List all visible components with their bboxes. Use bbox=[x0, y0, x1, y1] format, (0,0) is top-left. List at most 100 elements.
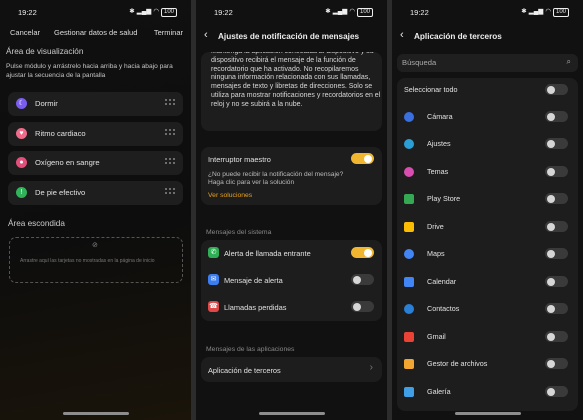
status-bar: 19:22 ✱ ▂▄▆ ◠ 100 bbox=[392, 7, 583, 19]
message-alert-toggle[interactable] bbox=[351, 274, 374, 285]
themes-icon bbox=[404, 167, 414, 177]
search-placeholder: Búsqueda bbox=[402, 58, 437, 67]
health-data-screen: 19:22 ✱ ▂▄▆ ◠ 100 Cancelar Gestionar dat… bbox=[0, 0, 191, 420]
bluetooth-icon: ✱ bbox=[129, 8, 135, 15]
app-row[interactable]: Drive bbox=[397, 215, 578, 239]
third-party-apps-screen: 19:22 ✱ ▂▄▆ ◠ 100 ‹ Aplicación de tercer… bbox=[392, 0, 583, 420]
search-icon: ⌕ bbox=[566, 57, 571, 66]
system-messages-header: Mensajes del sistema bbox=[206, 229, 272, 236]
app-row[interactable]: Cámara bbox=[397, 105, 578, 129]
page-title: Gestionar datos de salud bbox=[54, 28, 138, 37]
chevron-right-icon: › bbox=[369, 362, 373, 373]
bluetooth-icon: ✱ bbox=[325, 8, 331, 15]
home-indicator[interactable] bbox=[62, 412, 129, 415]
module-row[interactable]: ǃ De pie efectivo bbox=[8, 181, 183, 205]
cancel-button[interactable]: Cancelar bbox=[10, 28, 40, 37]
app-toggle[interactable] bbox=[545, 276, 568, 287]
module-row[interactable]: ♥ Ritmo cardiaco bbox=[8, 122, 183, 146]
page-title: Aplicación de terceros bbox=[414, 32, 502, 41]
app-toggle[interactable] bbox=[545, 166, 568, 177]
app-toggle[interactable] bbox=[545, 303, 568, 314]
section-hidden-title: Área escondida bbox=[8, 219, 65, 228]
system-row-label: Mensaje de alerta bbox=[224, 276, 283, 285]
search-input[interactable]: Búsqueda ⌕ bbox=[397, 54, 578, 72]
select-all-row[interactable]: Seleccionar todo bbox=[397, 78, 578, 102]
status-bar: 19:22 ✱ ▂▄▆ ◠ 100 bbox=[0, 7, 191, 19]
status-time: 19:22 bbox=[214, 8, 233, 17]
select-all-toggle[interactable] bbox=[545, 84, 568, 95]
module-label: Dormir bbox=[35, 99, 58, 108]
back-arrow-icon[interactable]: ‹ bbox=[204, 29, 208, 41]
drag-handle-icon[interactable] bbox=[165, 129, 175, 138]
app-row[interactable]: Maps bbox=[397, 242, 578, 266]
app-row[interactable]: Temas bbox=[397, 160, 578, 184]
app-row[interactable]: Ajustes bbox=[397, 132, 578, 156]
incoming-call-toggle[interactable] bbox=[351, 247, 374, 258]
gmail-icon bbox=[404, 332, 414, 342]
back-arrow-icon[interactable]: ‹ bbox=[400, 29, 404, 41]
app-row[interactable]: Galería bbox=[397, 380, 578, 404]
info-text: Mantenga la aplicación conectada al disp… bbox=[211, 52, 381, 108]
message-icon: ✉ bbox=[208, 274, 219, 285]
info-card: Mantenga la aplicación conectada al disp… bbox=[201, 52, 382, 131]
missed-calls-toggle[interactable] bbox=[351, 301, 374, 312]
finish-button[interactable]: Terminar bbox=[154, 28, 183, 37]
app-row[interactable]: Play Store bbox=[397, 187, 578, 211]
drag-handle-icon[interactable] bbox=[165, 99, 175, 108]
app-toggle[interactable] bbox=[545, 138, 568, 149]
app-toggle[interactable] bbox=[545, 193, 568, 204]
system-row-label: Llamadas perdidas bbox=[224, 303, 287, 312]
app-toggle[interactable] bbox=[545, 331, 568, 342]
signal-icon: ▂▄▆ bbox=[136, 8, 152, 15]
wifi-icon: ◠ bbox=[349, 8, 355, 15]
app-toggle[interactable] bbox=[545, 358, 568, 369]
standing-icon: ǃ bbox=[16, 187, 27, 198]
bluetooth-icon: ✱ bbox=[521, 8, 527, 15]
master-switch-toggle[interactable] bbox=[351, 153, 374, 164]
app-label: Cámara bbox=[427, 112, 453, 121]
home-indicator[interactable] bbox=[454, 412, 521, 415]
app-toggle[interactable] bbox=[545, 386, 568, 397]
solutions-link[interactable]: Ver soluciones bbox=[208, 192, 252, 199]
app-label: Drive bbox=[427, 222, 444, 231]
missed-call-icon: ☎ bbox=[208, 301, 219, 312]
module-row[interactable]: ☾ Dormir bbox=[8, 92, 183, 116]
signal-icon: ▂▄▆ bbox=[528, 8, 544, 15]
file-manager-icon bbox=[404, 359, 414, 369]
app-row[interactable]: Calendar bbox=[397, 270, 578, 294]
blood-oxygen-icon: ● bbox=[16, 157, 27, 168]
drag-handle-icon[interactable] bbox=[165, 188, 175, 197]
nav-bar: ‹ Aplicación de terceros bbox=[400, 29, 575, 45]
signal-icon: ▂▄▆ bbox=[332, 8, 348, 15]
maps-icon bbox=[404, 249, 414, 259]
app-toggle[interactable] bbox=[545, 221, 568, 232]
status-time: 19:22 bbox=[18, 8, 37, 17]
drag-handle-icon[interactable] bbox=[165, 158, 175, 167]
camera-icon bbox=[404, 112, 414, 122]
app-toggle[interactable] bbox=[545, 111, 568, 122]
app-row[interactable]: Gestor de archivos bbox=[397, 352, 578, 376]
home-indicator[interactable] bbox=[258, 412, 325, 415]
section-visible-title: Área de visualización bbox=[6, 47, 84, 56]
app-label: Temas bbox=[427, 167, 449, 176]
app-list: Seleccionar todo Cámara Ajustes Temas Pl… bbox=[397, 78, 578, 411]
app-label: Play Store bbox=[427, 194, 461, 203]
module-row[interactable]: ● Oxígeno en sangre bbox=[8, 151, 183, 175]
moon-icon: ☾ bbox=[16, 98, 27, 109]
app-label: Gestor de archivos bbox=[427, 359, 488, 368]
third-party-row[interactable]: Aplicación de terceros › bbox=[201, 357, 382, 382]
page-title: Ajustes de notificación de mensajes bbox=[218, 32, 360, 41]
module-label: De pie efectivo bbox=[35, 188, 86, 197]
app-label: Gmail bbox=[427, 332, 446, 341]
notification-settings-screen: 19:22 ✱ ▂▄▆ ◠ 100 ‹ Ajustes de notificac… bbox=[196, 0, 387, 420]
problem-text: ¿No puede recibir la notificación del me… bbox=[208, 171, 344, 187]
battery-icon: 100 bbox=[160, 7, 177, 17]
contacts-icon bbox=[404, 304, 414, 314]
app-label: Contactos bbox=[427, 304, 460, 313]
battery-icon: 100 bbox=[552, 7, 569, 17]
app-row[interactable]: Contactos bbox=[397, 297, 578, 321]
hidden-drop-zone[interactable]: ⊘ Arrastre aquí las tarjetas no mostrada… bbox=[9, 237, 183, 283]
app-row[interactable]: Gmail bbox=[397, 325, 578, 349]
drop-zone-text: Arrastre aquí las tarjetas no mostradas … bbox=[20, 258, 155, 264]
app-toggle[interactable] bbox=[545, 248, 568, 259]
